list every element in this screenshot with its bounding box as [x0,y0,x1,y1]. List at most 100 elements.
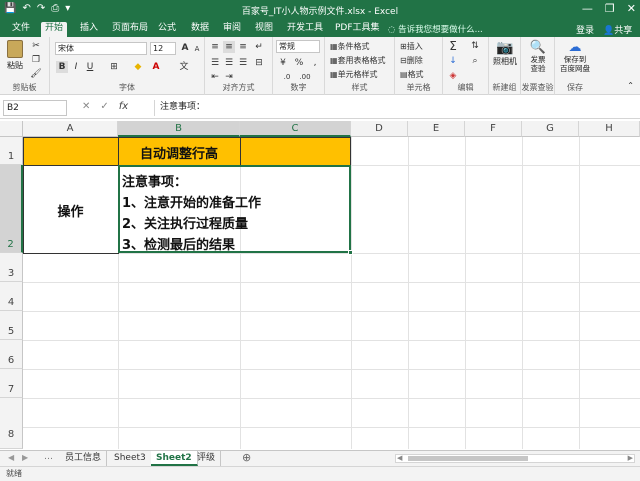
insert-function-icon[interactable]: fx [119,101,128,112]
row-header-2[interactable]: 2 [0,165,23,253]
underline-button[interactable]: U [84,61,96,73]
format-cells-button[interactable]: ▤格式 [400,69,424,80]
conditional-format-button[interactable]: ▦条件格式 [330,41,370,52]
invoice-check-button[interactable]: 🔍 发票 查验 [524,40,552,73]
find-select-icon[interactable]: ⌕ [469,55,481,67]
percent-button[interactable]: % [293,57,305,69]
phonetic-icon[interactable]: 文 [178,61,190,73]
login-link[interactable]: 登录 [576,23,594,36]
next-sheet-icon[interactable]: ▶ [22,453,28,462]
tab-pdf-tools[interactable]: PDF工具集 [331,22,384,37]
selected-range[interactable] [118,165,353,255]
delete-cells-button[interactable]: ⊟删除 [400,55,423,66]
row-header-7[interactable]: 7 [0,369,23,398]
align-middle-icon[interactable]: ≡ [223,41,235,53]
font-name-select[interactable]: 宋体 [55,42,147,55]
horizontal-scrollbar[interactable]: ◀ ▶ [395,454,635,463]
column-header-d[interactable]: D [351,121,408,137]
paste-button[interactable]: 粘贴 [4,40,26,76]
column-header-f[interactable]: F [465,121,522,137]
tab-review[interactable]: 审阅 [219,22,245,37]
row-header-5[interactable]: 5 [0,311,23,340]
grow-font-button[interactable]: A [179,42,191,54]
clear-icon[interactable]: ◈ [447,70,459,82]
insert-cells-button[interactable]: ⊞插入 [400,41,423,52]
tab-home[interactable]: 开始 [41,22,68,37]
cancel-icon[interactable]: ✕ [82,101,90,112]
copy-icon[interactable]: ❐ [30,54,42,66]
row-header-6[interactable]: 6 [0,340,23,369]
sheet-tab-rating[interactable]: 评级 [192,451,222,466]
cell-styles-button[interactable]: ▦单元格样式 [330,69,378,80]
tab-developer[interactable]: 开发工具 [283,22,327,37]
scroll-left-icon[interactable]: ◀ [397,454,402,462]
shrink-font-button[interactable]: A [191,43,203,55]
column-header-e[interactable]: E [408,121,465,137]
worksheet-grid[interactable]: A B C D E F G H 1 2 3 4 5 6 7 8 自动调整行高 操… [0,121,640,449]
column-header-h[interactable]: H [579,121,640,137]
currency-icon[interactable]: ¥ [277,57,289,69]
select-all-corner[interactable] [0,121,23,137]
bold-button[interactable]: B [56,61,68,73]
tab-view[interactable]: 视图 [251,22,277,37]
row-header-3[interactable]: 3 [0,253,23,282]
sort-filter-icon[interactable]: ⇅ [469,40,481,52]
align-left-icon[interactable]: ☰ [209,57,221,69]
column-header-g[interactable]: G [522,121,579,137]
tab-file[interactable]: 文件 [8,22,34,37]
tab-insert[interactable]: 插入 [76,22,102,37]
tab-data[interactable]: 数据 [187,22,213,37]
align-bottom-icon[interactable]: ≡ [237,41,249,53]
collapse-ribbon-icon[interactable]: ⌃ [627,81,634,90]
close-button[interactable]: ✕ [627,2,636,15]
scroll-right-icon[interactable]: ▶ [628,454,633,462]
row-header-4[interactable]: 4 [0,282,23,311]
font-size-select[interactable]: 12 [150,42,176,55]
number-format-select[interactable]: 常规 [276,40,320,53]
sheet-tab-sheet2[interactable]: Sheet2 [151,451,198,466]
row-header-8[interactable]: 8 [0,398,23,449]
wrap-text-icon[interactable]: ↵ [253,41,265,53]
gridline [23,369,640,370]
fill-icon[interactable]: ↓ [447,55,459,67]
tab-formulas[interactable]: 公式 [154,22,180,37]
align-center-icon[interactable]: ☰ [223,57,235,69]
sheet-tab-employee-info[interactable]: 员工信息 [60,451,108,466]
restore-button[interactable]: ❐ [605,2,615,15]
font-group: 宋体 12 A A B I U ⊞ ◆ A 文 字体 [50,37,205,95]
fill-color-icon[interactable]: ◆ [132,61,144,73]
align-top-icon[interactable]: ≡ [209,41,221,53]
minimize-button[interactable]: — [582,2,593,15]
prev-sheet-icon[interactable]: ◀ [8,453,14,462]
add-sheet-button[interactable]: ⊕ [242,451,251,464]
fill-handle[interactable] [348,250,353,255]
font-color-icon[interactable]: A [150,61,162,73]
share-button[interactable]: 👤共享 [603,23,632,36]
column-header-c[interactable]: C [240,121,351,137]
column-header-a[interactable]: A [23,121,118,137]
format-painter-icon[interactable]: 🖌 [30,68,42,80]
camera-button[interactable]: 📷 照相机 [493,40,517,67]
name-box[interactable]: B2 [3,100,67,116]
cell-a2-text: 操作 [57,205,84,220]
cut-icon[interactable]: ✂ [30,40,42,52]
merge-center-icon[interactable]: ⊟ [253,57,265,69]
autosum-button[interactable]: Σ [447,40,459,52]
more-sheets-icon[interactable]: … [44,452,53,462]
column-header-b[interactable]: B [118,121,240,137]
italic-button[interactable]: I [70,61,82,73]
save-to-baidu-button[interactable]: ☁ 保存到 百度网盘 [557,40,593,73]
formula-input[interactable]: 注意事项： [154,100,634,116]
format-as-table-button[interactable]: ▦套用表格格式 [330,55,386,66]
row-header-1[interactable]: 1 [0,137,23,165]
scroll-thumb[interactable] [408,456,528,461]
cell-a1[interactable] [23,137,119,166]
borders-icon[interactable]: ⊞ [108,61,120,73]
align-right-icon[interactable]: ☰ [237,57,249,69]
enter-icon[interactable]: ✓ [100,101,108,112]
sheet-tab-sheet3[interactable]: Sheet3 [109,451,152,466]
comma-style-button[interactable]: , [309,57,321,69]
tell-me-search[interactable]: ◌ 告诉我您想要做什么... [388,23,483,35]
cell-c1[interactable] [240,137,351,166]
tab-page-layout[interactable]: 页面布局 [108,22,152,37]
